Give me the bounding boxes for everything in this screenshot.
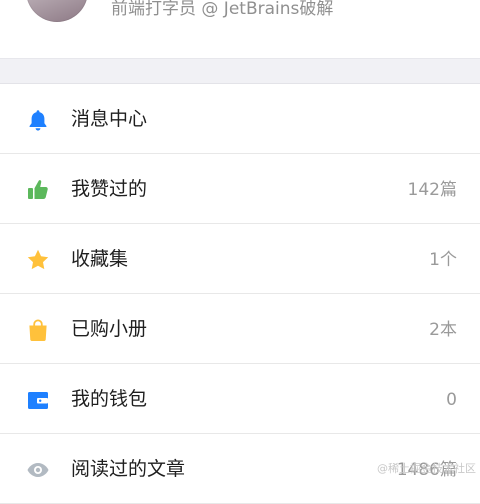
thumbs-up-icon [25,177,51,203]
menu-item-label: 我赞过的 [71,178,148,200]
menu-item-label: 已购小册 [71,318,148,340]
shopping-bag-icon [25,317,51,343]
menu-item-label: 消息中心 [71,108,148,130]
menu-item-label: 收藏集 [71,248,129,270]
menu-item-collections[interactable]: 收藏集 1个 [0,224,480,294]
profile-header[interactable]: 前端打字员 @ JetBrains破解 [0,0,480,58]
menu-item-count: 2本 [429,320,457,340]
menu-item-label: 我的钱包 [71,388,148,410]
eye-icon [25,457,51,483]
menu-item-purchased-booklets[interactable]: 已购小册 2本 [0,294,480,364]
menu-item-count: 142篇 [407,180,457,200]
menu-item-label: 阅读过的文章 [71,458,186,480]
menu-item-count: 1个 [429,250,457,270]
watermark: @稀土掘金技术社区 [377,462,476,475]
star-icon [25,247,51,273]
menu-item-wallet[interactable]: 我的钱包 0 [0,364,480,434]
menu-list: 消息中心 我赞过的 142篇 收藏集 1个 已购小册 2本 我的钱包 0 阅读过… [0,84,480,504]
section-divider [0,58,480,84]
wallet-icon [25,387,51,413]
menu-item-count: 0 [446,390,457,410]
profile-description: 前端打字员 @ JetBrains破解 [111,0,334,19]
menu-item-messages[interactable]: 消息中心 [0,84,480,154]
bell-icon [25,107,51,133]
menu-item-liked[interactable]: 我赞过的 142篇 [0,154,480,224]
avatar[interactable] [26,0,88,22]
